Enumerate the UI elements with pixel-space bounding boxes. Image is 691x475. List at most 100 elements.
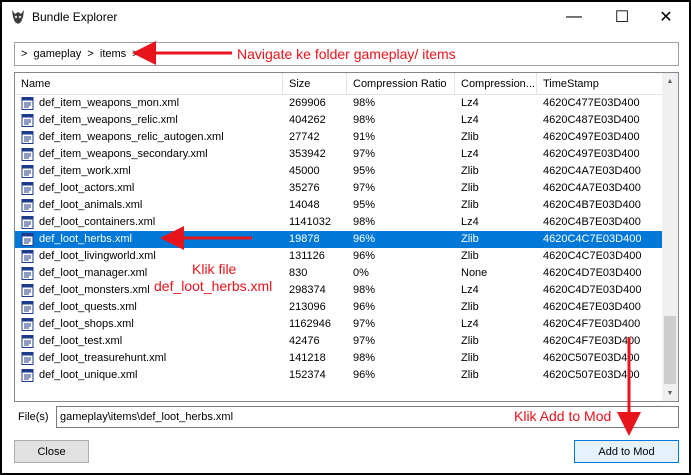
- column-header-compression[interactable]: Compression...: [455, 73, 537, 95]
- cell-timestamp: 4620C507E03D400: [543, 369, 640, 381]
- column-header-name[interactable]: Name: [15, 73, 283, 95]
- table-row[interactable]: def_loot_animals.xml 14048 95% Zlib 4620C4B7…: [15, 197, 663, 214]
- breadcrumb-path[interactable]: > gameplay > items >: [21, 48, 139, 60]
- cell-size: 1141032: [289, 216, 332, 228]
- title-bar[interactable]: Bundle Explorer — ☐ ✕: [2, 2, 689, 32]
- table-row[interactable]: def_loot_livingworld.xml 131126 96% Zlib 462…: [15, 248, 663, 265]
- file-name: def_loot_unique.xml: [39, 369, 138, 381]
- file-list[interactable]: Name Size Compression Ratio Compression.…: [14, 72, 679, 402]
- table-row[interactable]: def_item_weapons_mon.xml 269906 98% Lz4 4620…: [15, 95, 663, 112]
- table-row[interactable]: def_loot_monsters.xml 298374 98% Lz4 4620C4D…: [15, 282, 663, 299]
- annotation-klik-add: Klik Add to Mod: [514, 408, 612, 424]
- bundle-explorer-window: Bundle Explorer — ☐ ✕ > gameplay > items…: [0, 0, 691, 475]
- table-row[interactable]: def_loot_unique.xml 152374 96% Zlib 4620C507…: [15, 367, 663, 384]
- xml-file-icon: [21, 369, 34, 382]
- cell-timestamp: 4620C4F7E03D400: [543, 318, 641, 330]
- cell-compression: Lz4: [461, 284, 479, 296]
- close-button[interactable]: Close: [14, 440, 89, 463]
- cell-name: def_loot_treasurehunt.xml: [21, 350, 283, 367]
- file-name: def_item_weapons_secondary.xml: [39, 148, 208, 160]
- xml-file-icon: [21, 182, 34, 195]
- cell-compression-ratio: 0%: [353, 267, 369, 279]
- table-row[interactable]: def_loot_shops.xml 1162946 97% Lz4 4620C4F7E…: [15, 316, 663, 333]
- cell-compression: None: [461, 267, 488, 279]
- cell-compression-ratio: 97%: [353, 148, 376, 160]
- cell-compression: Zlib: [461, 301, 479, 313]
- xml-file-icon: [21, 284, 34, 297]
- xml-file-icon: [21, 199, 34, 212]
- table-row[interactable]: def_loot_containers.xml 1141032 98% Lz4 4620…: [15, 214, 663, 231]
- cell-timestamp: 4620C4D7E03D400: [543, 284, 642, 296]
- cell-name: def_loot_shops.xml: [21, 316, 283, 333]
- close-window-button[interactable]: ✕: [643, 2, 689, 32]
- xml-file-icon: [21, 352, 34, 365]
- cell-size: 404262: [289, 114, 326, 126]
- cell-compression-ratio: 98%: [353, 114, 376, 126]
- cell-size: 35276: [289, 182, 320, 194]
- maximize-button[interactable]: ☐: [599, 2, 645, 32]
- cell-name: def_item_weapons_relic.xml: [21, 112, 283, 129]
- cell-size: 1162946: [289, 318, 332, 330]
- column-header-size[interactable]: Size: [283, 73, 347, 95]
- table-row[interactable]: def_item_weapons_relic_autogen.xml 27742 9…: [15, 129, 663, 146]
- cell-name: def_loot_unique.xml: [21, 367, 283, 384]
- xml-file-icon: [21, 233, 34, 246]
- scroll-up-icon[interactable]: ▲: [662, 73, 678, 89]
- xml-file-icon: [21, 318, 34, 331]
- cell-size: 353942: [289, 148, 326, 160]
- cell-size: 298374: [289, 284, 326, 296]
- cell-compression: Zlib: [461, 250, 479, 262]
- cell-size: 27742: [289, 131, 320, 143]
- list-body: def_item_weapons_mon.xml 269906 98% Lz4 4620…: [15, 95, 663, 384]
- file-name: def_loot_livingworld.xml: [39, 250, 156, 262]
- cell-size: 152374: [289, 369, 326, 381]
- table-row[interactable]: def_item_weapons_relic.xml 404262 98% Lz4 46…: [15, 112, 663, 129]
- cell-compression: Lz4: [461, 148, 479, 160]
- table-row[interactable]: def_item_work.xml 45000 95% Zlib 4620C4A7E03…: [15, 163, 663, 180]
- xml-file-icon: [21, 250, 34, 263]
- scrollbar-thumb[interactable]: [664, 316, 676, 384]
- cell-size: 830: [289, 267, 308, 279]
- cell-compression-ratio: 96%: [353, 250, 376, 262]
- table-row[interactable]: def_item_weapons_secondary.xml 353942 97% L…: [15, 146, 663, 163]
- cell-timestamp: 4620C487E03D400: [543, 114, 640, 126]
- cell-name: def_item_work.xml: [21, 163, 283, 180]
- cell-timestamp: 4620C477E03D400: [543, 97, 640, 109]
- file-name: def_loot_shops.xml: [39, 318, 134, 330]
- cell-compression-ratio: 96%: [353, 369, 376, 381]
- cell-timestamp: 4620C497E03D400: [543, 131, 640, 143]
- vertical-scrollbar[interactable]: ▲ ▼: [662, 73, 678, 401]
- table-row[interactable]: def_loot_test.xml 42476 97% Zlib 4620C4F7E03…: [15, 333, 663, 350]
- cell-size: 141218: [289, 352, 326, 364]
- cell-name: def_loot_livingworld.xml: [21, 248, 283, 265]
- scroll-down-icon[interactable]: ▼: [662, 385, 678, 401]
- table-row[interactable]: def_loot_herbs.xml 19878 96% Zlib 4620C4C7E0…: [15, 231, 663, 248]
- table-row[interactable]: def_loot_treasurehunt.xml 141218 98% Zlib 46…: [15, 350, 663, 367]
- minimize-button[interactable]: —: [551, 2, 597, 32]
- annotation-navigate: Navigate ke folder gameplay/ items: [237, 46, 456, 62]
- table-row[interactable]: def_loot_quests.xml 213096 96% Zlib 4620C4E7…: [15, 299, 663, 316]
- cell-timestamp: 4620C507E03D400: [543, 352, 640, 364]
- cell-compression: Zlib: [461, 199, 479, 211]
- xml-file-icon: [21, 131, 34, 144]
- cell-compression-ratio: 95%: [353, 199, 376, 211]
- file-name: def_loot_manager.xml: [39, 267, 148, 279]
- add-to-mod-button[interactable]: Add to Mod: [574, 440, 679, 463]
- table-row[interactable]: def_loot_manager.xml 830 0% None 4620C4D7E03…: [15, 265, 663, 282]
- cell-name: def_loot_herbs.xml: [21, 231, 283, 248]
- cell-timestamp: 4620C4D7E03D400: [543, 267, 642, 279]
- cell-compression-ratio: 97%: [353, 318, 376, 330]
- file-name: def_loot_actors.xml: [39, 182, 135, 194]
- file-name: def_loot_quests.xml: [39, 301, 137, 313]
- cell-name: def_loot_quests.xml: [21, 299, 283, 316]
- cell-name: def_loot_animals.xml: [21, 197, 283, 214]
- cell-timestamp: 4620C4B7E03D400: [543, 216, 641, 228]
- cell-size: 14048: [289, 199, 320, 211]
- column-header-compression-ratio[interactable]: Compression Ratio: [347, 73, 455, 95]
- cell-size: 269906: [289, 97, 326, 109]
- cell-compression: Zlib: [461, 165, 479, 177]
- cell-compression: Lz4: [461, 97, 479, 109]
- cell-compression: Zlib: [461, 131, 479, 143]
- table-row[interactable]: def_loot_actors.xml 35276 97% Zlib 4620C4A7E…: [15, 180, 663, 197]
- column-header-timestamp[interactable]: TimeStamp: [537, 73, 663, 95]
